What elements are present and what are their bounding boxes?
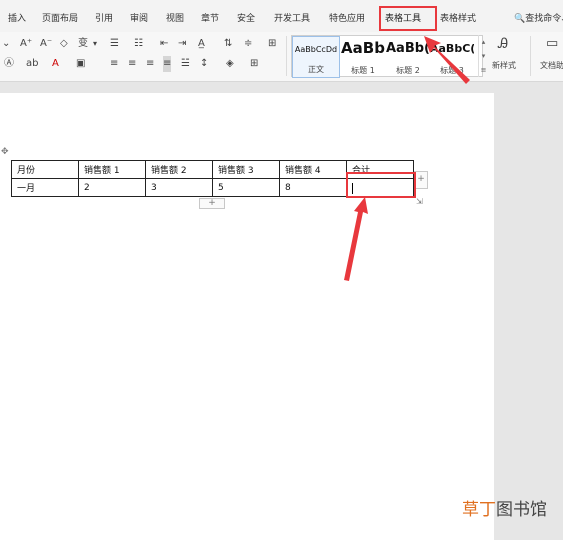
decrease-indent-icon[interactable]: ⇤ <box>160 36 168 52</box>
numbered-list-icon[interactable]: ☷ <box>134 36 143 52</box>
bullet-list-icon[interactable]: ☰ <box>110 36 119 52</box>
table-resize-handle-icon[interactable]: ⇲ <box>416 197 428 209</box>
toolbar-separator <box>530 36 531 76</box>
add-column-button[interactable]: + <box>414 171 428 189</box>
table-borders-icon[interactable]: ⊞ <box>268 36 276 52</box>
justify-icon[interactable]: ≡ <box>163 56 172 72</box>
character-spacing-icon[interactable]: A̲ <box>198 36 205 52</box>
ribbon-tab-bar: 插入 页面布局 引用 审阅 视图 章节 安全 开发工具 特色应用 表格工具 表格… <box>0 0 563 32</box>
style-heading-3[interactable]: AaBbC( 标题 3 <box>430 36 474 78</box>
paragraph-spacing-icon[interactable]: ↕ <box>200 56 208 72</box>
tab-table-styles[interactable]: 表格样式 <box>440 11 476 24</box>
table-cell[interactable]: 一月 <box>11 178 79 197</box>
phonetic-dropdown-icon[interactable]: ▾ <box>93 36 97 52</box>
table-cell[interactable]: 3 <box>145 178 213 197</box>
increase-indent-icon[interactable]: ⇥ <box>178 36 186 52</box>
phonetic-guide-button[interactable]: 变 <box>78 36 88 52</box>
sort-icon[interactable]: ⇅ <box>224 36 232 52</box>
distribute-icon[interactable]: ☱ <box>181 56 190 72</box>
tab-page-layout[interactable]: 页面布局 <box>42 11 78 24</box>
search-icon: 🔍 <box>514 14 526 24</box>
style-heading-2[interactable]: AaBb( 标题 2 <box>386 36 430 78</box>
font-shrink-button[interactable]: A⁻ <box>40 36 52 52</box>
document-assistant-button[interactable]: 文档助 <box>540 58 563 74</box>
highlight-box-total-cell <box>346 172 416 198</box>
watermark-part-1: 草丁 <box>462 500 496 520</box>
style-normal-sample: AaBbCcDd <box>294 45 338 54</box>
tab-review[interactable]: 审阅 <box>130 11 148 24</box>
table-move-handle-icon[interactable]: ✥ <box>1 147 11 157</box>
document-assistant-icon[interactable]: ▭ <box>546 36 558 52</box>
table-cell[interactable]: 销售额 2 <box>145 160 213 179</box>
table-cell[interactable]: 销售额 3 <box>212 160 280 179</box>
tab-features[interactable]: 特色应用 <box>329 11 365 24</box>
tab-developer[interactable]: 开发工具 <box>274 11 310 24</box>
highlight-color-icon[interactable]: ab <box>26 56 38 72</box>
style-heading-2-name: 标题 2 <box>396 66 420 75</box>
style-heading-3-name: 标题 3 <box>440 66 464 75</box>
align-left-icon[interactable]: ≡ <box>110 56 118 72</box>
align-right-icon[interactable]: ≡ <box>146 56 154 72</box>
style-heading-2-sample: AaBb( <box>386 41 430 56</box>
table-cell[interactable]: 销售额 1 <box>78 160 146 179</box>
tab-insert[interactable]: 插入 <box>8 11 26 24</box>
style-normal-name: 正文 <box>308 65 324 74</box>
line-spacing-icon[interactable]: ≑ <box>244 36 252 52</box>
highlight-box-table-tools <box>379 6 437 31</box>
align-center-icon[interactable]: ≡ <box>128 56 136 72</box>
font-color-icon[interactable]: A <box>52 56 59 72</box>
text-effect-icon[interactable]: Ⓐ <box>4 56 14 72</box>
watermark-part-2: 图书馆 <box>496 500 547 520</box>
add-row-button[interactable]: + <box>199 198 225 209</box>
formatting-toolbar: ⌄ A⁺ A⁻ ◇ 变 ▾ ☰ ☷ ⇤ ⇥ A̲ ⇅ ≑ ⊞ Ⓐ ab A ▣ … <box>0 32 563 82</box>
watermark: 草丁图书馆 <box>462 495 547 520</box>
table-cell[interactable]: 8 <box>279 178 347 197</box>
table-cell[interactable]: 2 <box>78 178 146 197</box>
style-gallery-scroll[interactable]: ▴ ▾ ≡ <box>478 35 488 77</box>
tab-references[interactable]: 引用 <box>95 11 113 24</box>
font-size-dropdown-arrow-icon[interactable]: ⌄ <box>2 36 10 52</box>
style-normal[interactable]: AaBbCcDd 正文 <box>292 36 340 78</box>
search-command-label: 查找命令、 <box>525 14 563 24</box>
tab-security[interactable]: 安全 <box>237 11 255 24</box>
table-cell[interactable]: 月份 <box>11 160 79 179</box>
style-gallery: AaBbCcDd 正文 AaBb 标题 1 AaBb( 标题 2 AaBbC( … <box>291 35 483 78</box>
table-cell[interactable]: 销售额 4 <box>279 160 347 179</box>
border-icon[interactable]: ⊞ <box>250 56 258 72</box>
style-heading-3-sample: AaBbC( <box>430 42 474 55</box>
style-heading-1[interactable]: AaBb 标题 1 <box>340 36 386 78</box>
style-heading-1-sample: AaBb <box>341 39 385 57</box>
char-shading-icon[interactable]: ▣ <box>76 56 85 72</box>
toolbar-separator <box>286 36 287 76</box>
new-style-button[interactable]: 新样式 <box>492 58 516 74</box>
tab-chapter[interactable]: 章节 <box>201 11 219 24</box>
font-grow-button[interactable]: A⁺ <box>20 36 32 52</box>
search-command[interactable]: 🔍查找命令、 <box>514 11 563 24</box>
new-style-icon[interactable]: Ꭿ <box>498 36 508 52</box>
clear-format-icon[interactable]: ◇ <box>60 36 68 52</box>
shading-fill-icon[interactable]: ◈ <box>226 56 234 72</box>
table-cell[interactable]: 5 <box>212 178 280 197</box>
document-margin-area <box>494 93 563 540</box>
style-heading-1-name: 标题 1 <box>351 66 375 75</box>
tab-view[interactable]: 视图 <box>166 11 184 24</box>
